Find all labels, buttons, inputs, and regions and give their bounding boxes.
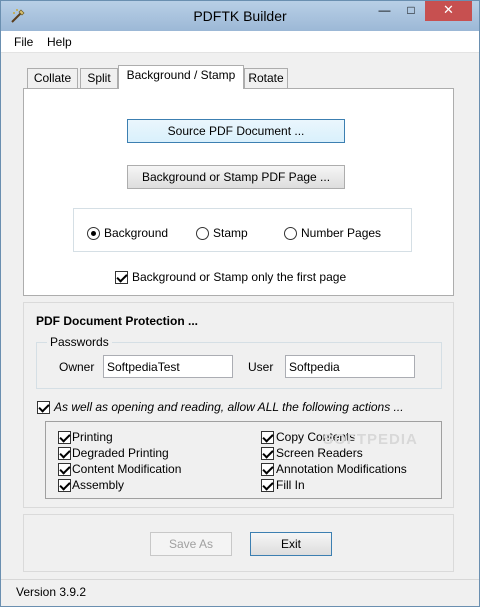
softpedia-watermark: SOFTPEDIA bbox=[323, 431, 418, 448]
radio-number-pages-label[interactable]: Number Pages bbox=[301, 226, 381, 240]
radio-background[interactable] bbox=[87, 227, 100, 240]
menu-bar: File Help bbox=[1, 31, 479, 53]
status-bar: Version 3.9.2 bbox=[1, 579, 479, 606]
actions-section: Save As Exit bbox=[23, 514, 454, 572]
protection-heading: PDF Document Protection ... bbox=[36, 314, 199, 328]
passwords-group: Passwords Owner User bbox=[36, 335, 442, 389]
title-bar[interactable]: PDFTK Builder — □ ✕ bbox=[1, 1, 479, 31]
user-label: User bbox=[248, 360, 274, 374]
perm-fill-in-checkbox[interactable] bbox=[261, 479, 274, 492]
perm-printing-checkbox[interactable] bbox=[58, 431, 71, 444]
allow-actions-label[interactable]: As well as opening and reading, allow AL… bbox=[54, 400, 404, 414]
perm-copy-contents-checkbox[interactable] bbox=[261, 431, 274, 444]
radio-number-pages[interactable] bbox=[284, 227, 297, 240]
allow-actions-checkbox[interactable] bbox=[37, 401, 50, 414]
exit-button[interactable]: Exit bbox=[250, 532, 332, 556]
perm-printing-label[interactable]: Printing bbox=[72, 430, 113, 444]
owner-password-input[interactable] bbox=[103, 355, 233, 378]
perm-annotation-modifications-label[interactable]: Annotation Modifications bbox=[276, 462, 407, 476]
protection-section: PDF Document Protection ... Passwords Ow… bbox=[23, 302, 454, 508]
perm-screen-readers-checkbox[interactable] bbox=[261, 447, 274, 460]
tab-rotate[interactable]: Rotate bbox=[244, 68, 288, 89]
menu-help[interactable]: Help bbox=[47, 35, 72, 49]
tab-background-stamp[interactable]: Background / Stamp bbox=[118, 65, 244, 89]
version-label: Version 3.9.2 bbox=[16, 585, 87, 599]
app-window: PDFTK Builder — □ ✕ File Help Collate Sp… bbox=[0, 0, 480, 607]
perm-assembly-checkbox[interactable] bbox=[58, 479, 71, 492]
passwords-label: Passwords bbox=[47, 335, 112, 349]
close-button[interactable]: ✕ bbox=[425, 1, 472, 21]
mode-group: Background Stamp Number Pages bbox=[73, 208, 412, 252]
maximize-button[interactable]: □ bbox=[398, 1, 424, 21]
stamp-pdf-page-button[interactable]: Background or Stamp PDF Page ... bbox=[127, 165, 345, 189]
user-password-input[interactable] bbox=[285, 355, 415, 378]
perm-degraded-printing-checkbox[interactable] bbox=[58, 447, 71, 460]
perm-assembly-label[interactable]: Assembly bbox=[72, 478, 124, 492]
perm-content-modification-checkbox[interactable] bbox=[58, 463, 71, 476]
perm-degraded-printing-label[interactable]: Degraded Printing bbox=[72, 446, 169, 460]
perm-screen-readers-label[interactable]: Screen Readers bbox=[276, 446, 363, 460]
first-page-label[interactable]: Background or Stamp only the first page bbox=[132, 270, 346, 284]
tab-split[interactable]: Split bbox=[80, 68, 118, 89]
perm-fill-in-label[interactable]: Fill In bbox=[276, 478, 305, 492]
radio-stamp-label[interactable]: Stamp bbox=[213, 226, 248, 240]
radio-background-label[interactable]: Background bbox=[104, 226, 168, 240]
source-pdf-button[interactable]: Source PDF Document ... bbox=[127, 119, 345, 143]
perm-content-modification-label[interactable]: Content Modification bbox=[72, 462, 181, 476]
radio-stamp[interactable] bbox=[196, 227, 209, 240]
background-stamp-panel: Source PDF Document ... Background or St… bbox=[23, 88, 454, 296]
menu-file[interactable]: File bbox=[14, 35, 33, 49]
minimize-button[interactable]: — bbox=[371, 1, 398, 21]
perm-annotation-modifications-checkbox[interactable] bbox=[261, 463, 274, 476]
tab-collate[interactable]: Collate bbox=[27, 68, 78, 89]
first-page-checkbox[interactable] bbox=[115, 271, 128, 284]
save-as-button[interactable]: Save As bbox=[150, 532, 232, 556]
owner-label: Owner bbox=[59, 360, 95, 374]
